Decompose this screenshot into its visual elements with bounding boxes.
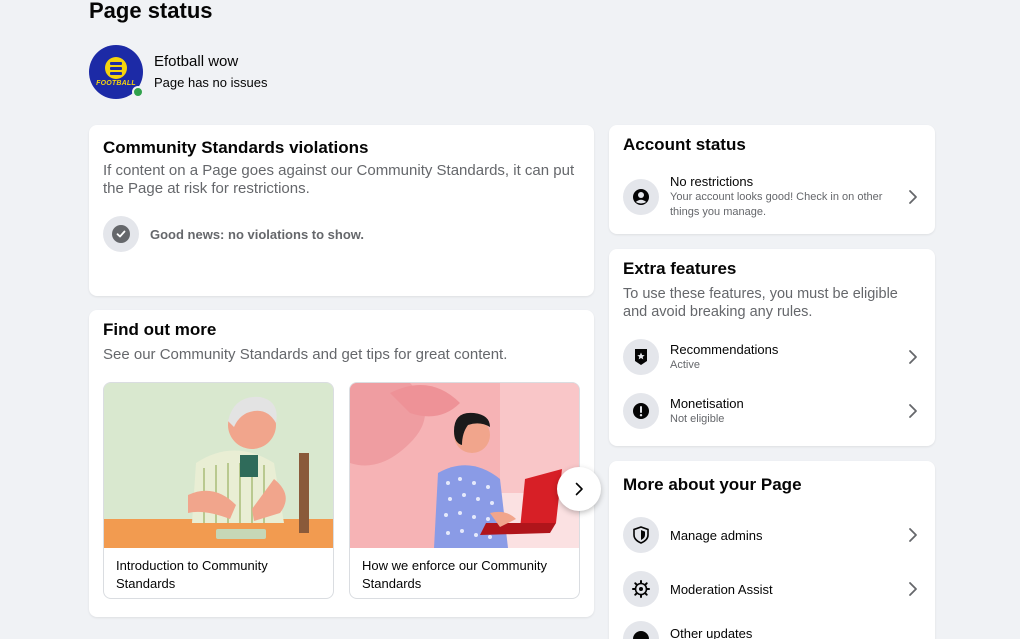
badge-star-icon <box>623 339 659 375</box>
extra-features-card: Extra features To use these features, yo… <box>609 249 935 446</box>
page-status-text: Page has no issues <box>154 74 268 90</box>
chevron-right-icon <box>903 401 923 421</box>
efootball-logo-icon <box>105 57 127 79</box>
carousel-next-button[interactable] <box>557 467 601 511</box>
page-title: Page status <box>89 0 213 23</box>
recommendations-title: Recommendations <box>670 342 779 357</box>
illustration-elderly-man-image <box>104 383 333 548</box>
account-status-title: Account status <box>623 135 746 154</box>
check-icon <box>103 216 139 252</box>
violations-title: Community Standards violations <box>103 138 369 157</box>
violations-description: If content on a Page goes against our Co… <box>103 162 575 197</box>
more-about-page-card: More about your Page Manage admins Moder… <box>609 461 935 639</box>
user-circle-icon <box>623 178 659 215</box>
no-restrictions-subtitle: Your account looks good! Check in on oth… <box>670 191 883 218</box>
monetisation-title: Monetisation <box>670 396 744 411</box>
extra-features-title: Extra features <box>623 259 737 278</box>
find-out-more-description: See our Community Standards and get tips… <box>103 346 508 363</box>
more-about-page-title: More about your Page <box>623 475 802 494</box>
other-updates-row[interactable]: Other updates <box>623 621 923 639</box>
extra-features-description: To use these features, you must be eligi… <box>623 286 898 320</box>
no-restrictions-row[interactable]: No restrictions Your account looks good!… <box>623 173 923 220</box>
monetisation-row[interactable]: Monetisation Not eligible <box>623 393 923 429</box>
info-icon <box>623 621 659 639</box>
find-out-more-title: Find out more <box>103 320 217 339</box>
monetisation-status: Not eligible <box>670 413 725 425</box>
gear-icon <box>623 571 659 607</box>
find-out-more-card: Find out more See our Community Standard… <box>89 310 601 617</box>
moderation-assist-title: Moderation Assist <box>670 581 773 597</box>
avatar[interactable]: FOOTBALL <box>89 45 144 99</box>
chevron-right-icon <box>903 525 923 545</box>
illustration-woman-laptop-image <box>350 383 579 548</box>
chevron-right-icon <box>903 347 923 367</box>
no-restrictions-title: No restrictions <box>670 174 754 189</box>
no-violations-message: Good news: no violations to show. <box>150 226 365 242</box>
tile-caption: How we enforce our Community Standards <box>362 558 547 591</box>
manage-admins-row[interactable]: Manage admins <box>623 517 923 553</box>
tile-how-we-enforce[interactable]: How we enforce our Community Standards <box>349 382 580 599</box>
avatar-logo-text: FOOTBALL <box>96 80 136 87</box>
chevron-right-icon <box>575 482 583 496</box>
chevron-right-icon <box>903 187 923 207</box>
other-updates-title: Other updates <box>670 626 753 639</box>
chevron-right-icon <box>903 579 923 599</box>
recommendations-row[interactable]: Recommendations Active <box>623 339 923 375</box>
exclamation-icon <box>623 393 659 429</box>
tile-caption: Introduction to Community Standards <box>116 558 268 591</box>
recommendations-status: Active <box>670 359 700 371</box>
page-profile: FOOTBALL Efotball wow Page has no issues <box>89 45 267 99</box>
shield-icon <box>623 517 659 553</box>
tile-intro-community-standards[interactable]: Introduction to Community Standards <box>103 382 334 599</box>
account-status-card: Account status No restrictions Your acco… <box>609 125 935 234</box>
moderation-assist-row[interactable]: Moderation Assist <box>623 571 923 607</box>
no-violations-row: Good news: no violations to show. <box>103 216 364 252</box>
online-status-icon <box>132 86 144 98</box>
page-name: Efotball wow <box>154 52 239 70</box>
manage-admins-title: Manage admins <box>670 527 763 543</box>
violations-card: Community Standards violations If conten… <box>89 125 594 296</box>
